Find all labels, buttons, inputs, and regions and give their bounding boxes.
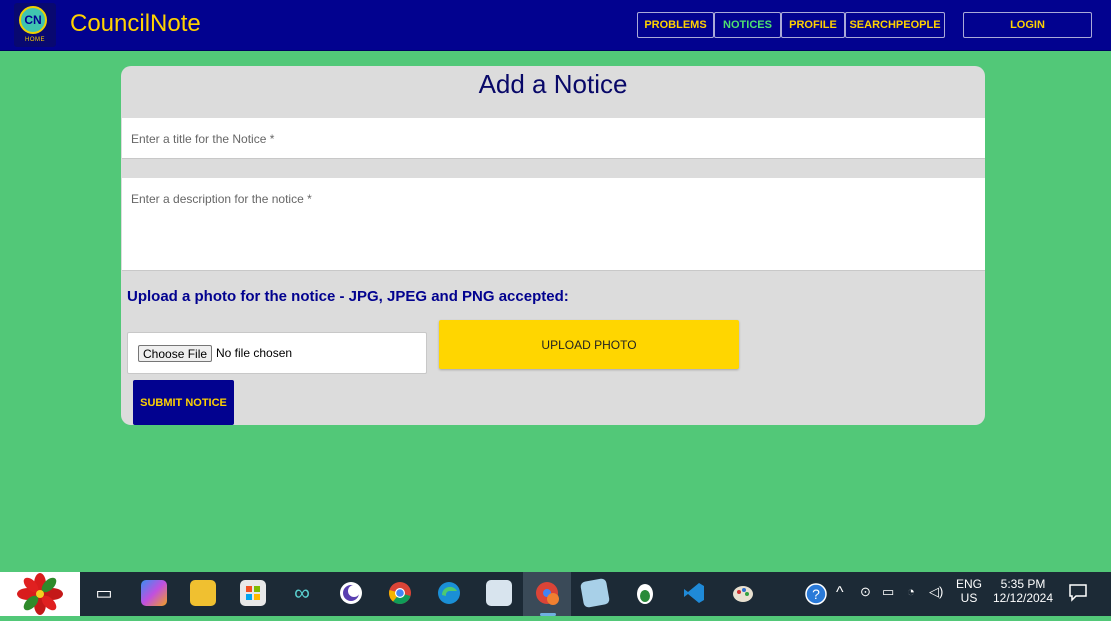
start-button[interactable] <box>0 572 80 616</box>
battery-icon[interactable]: ▭ <box>882 584 894 600</box>
upload-photo-button[interactable]: UPLOAD PHOTO <box>439 320 739 369</box>
photos-app-icon[interactable] <box>486 580 512 606</box>
language-text: ENG <box>955 577 982 591</box>
microsoft-store-icon[interactable] <box>240 580 266 606</box>
nav-profile[interactable]: PROFILE <box>781 12 845 38</box>
submit-notice-button[interactable]: SUBMIT NOTICE <box>133 380 234 425</box>
language-indicator[interactable]: ENG US <box>952 577 986 605</box>
vscode-icon[interactable] <box>681 580 707 606</box>
region-text: US <box>960 591 978 605</box>
tux-icon <box>637 584 653 604</box>
svg-text:?: ? <box>812 586 820 602</box>
clock-date: 12/12/2024 <box>992 591 1054 605</box>
page-title: Add a Notice <box>478 69 628 99</box>
chrome-logo-icon <box>389 582 411 604</box>
nav-problems[interactable]: PROBLEMS <box>637 12 714 38</box>
volume-icon[interactable]: ◁) <box>929 584 943 600</box>
clock-time: 5:35 PM <box>1000 577 1046 591</box>
nav-notices[interactable]: NOTICES <box>714 12 781 38</box>
edge-icon[interactable] <box>436 580 462 606</box>
upload-photo-label: Upload a photo for the notice - JPG, JPE… <box>127 288 569 305</box>
login-button[interactable]: LOGIN <box>963 12 1092 38</box>
palette-icon <box>733 586 753 602</box>
logo-text: CN <box>24 13 42 27</box>
linux-app-icon[interactable] <box>632 580 658 606</box>
help-icon[interactable]: ? <box>804 582 828 611</box>
task-view-icon[interactable]: ▭ <box>91 580 117 606</box>
add-notice-card: Add a Notice Enter a title for the Notic… <box>121 66 985 425</box>
store-grid-icon <box>246 586 260 600</box>
clock[interactable]: 5:35 PM 12/12/2024 <box>990 577 1056 605</box>
notifications-icon[interactable] <box>1068 582 1088 607</box>
logo-icon: CN <box>19 6 47 34</box>
edge-logo-icon <box>438 582 460 604</box>
notice-description-placeholder: Enter a description for the notice * <box>131 192 312 206</box>
logo-caption: HOME <box>25 37 45 43</box>
wifi-icon[interactable]: ◔ <box>907 584 915 599</box>
poinsettia-start-icon <box>17 573 63 615</box>
infinity-icon[interactable]: ∞ <box>289 580 315 606</box>
windows-taskbar: ▭ ∞ ? ^ ⊙ ▭ ◔ ◁) ENG US 5:35 PM 12/12/20… <box>0 572 1111 616</box>
question-circle-icon: ? <box>805 583 827 605</box>
chat-bubble-icon <box>1069 584 1087 602</box>
file-explorer-icon[interactable] <box>190 580 216 606</box>
notepad-icon[interactable] <box>579 577 611 609</box>
notice-title-placeholder: Enter a title for the Notice * <box>131 132 275 146</box>
location-icon[interactable]: ⊙ <box>860 584 871 600</box>
chevron-up-icon[interactable]: ^ <box>836 584 844 602</box>
file-status-text: No file chosen <box>216 346 293 360</box>
copilot-icon[interactable] <box>141 580 167 606</box>
file-input[interactable]: Choose File No file chosen <box>127 332 427 374</box>
choose-file-button[interactable]: Choose File <box>138 345 213 362</box>
top-navbar: CN HOME CouncilNote PROBLEMS NOTICES PRO… <box>0 0 1111 51</box>
chrome-profile-icon[interactable] <box>534 580 560 606</box>
paint-icon[interactable] <box>730 580 756 606</box>
moon-app-icon[interactable] <box>338 580 364 606</box>
notice-description-input[interactable]: Enter a description for the notice * <box>122 178 985 271</box>
home-logo-button[interactable]: CN HOME <box>14 3 56 47</box>
nav-searchpeople[interactable]: SEARCHPEOPLE <box>845 12 945 38</box>
notice-title-input[interactable]: Enter a title for the Notice * <box>122 118 985 159</box>
chrome-profile-logo-icon <box>536 582 559 605</box>
brand-title: CouncilNote <box>70 10 201 37</box>
chrome-icon[interactable] <box>387 580 413 606</box>
vscode-logo-icon <box>684 583 704 603</box>
moon-icon <box>340 582 362 604</box>
